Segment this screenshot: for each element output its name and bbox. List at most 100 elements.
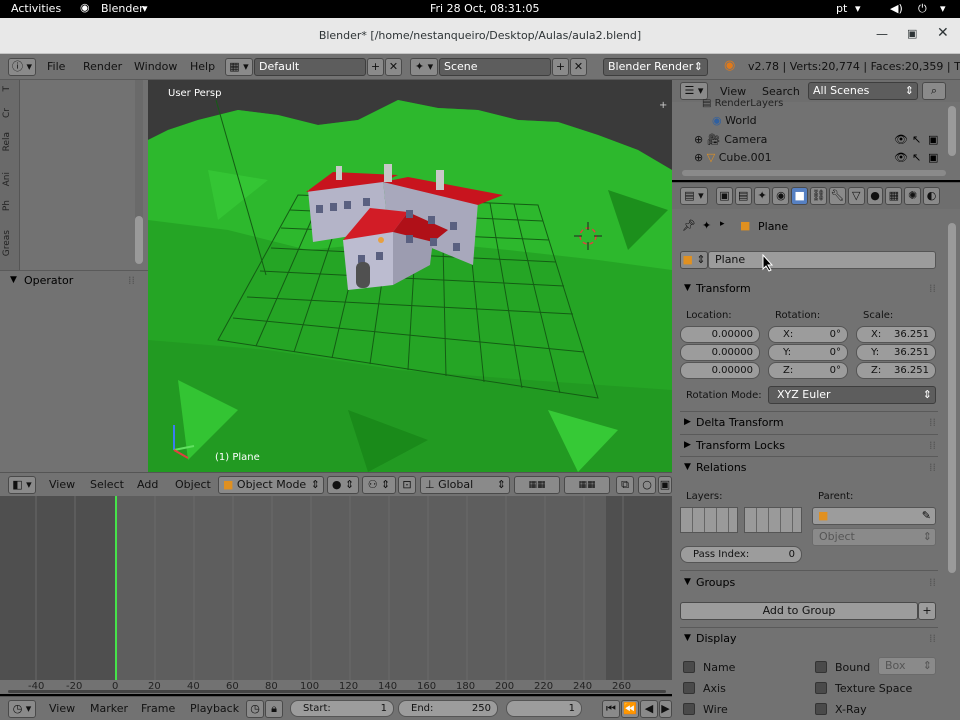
outliner-scrollbar[interactable] [948, 106, 956, 156]
eye-icon[interactable]: 👁︎ [894, 151, 908, 164]
3d-viewport[interactable]: User Persp (1) Plane + [148, 80, 672, 472]
menu-frame[interactable]: Frame [141, 702, 175, 715]
world-tab-icon[interactable]: ◉ [772, 187, 790, 205]
display-wire-checkbox[interactable] [683, 703, 695, 715]
rotation-mode-select[interactable]: XYZ Euler ⇕ [768, 386, 936, 404]
delta-transform-panel-header[interactable]: ▶ Delta Transform ⁞⁞ [680, 414, 938, 434]
render-engine-select[interactable]: Blender Render ⇕ [603, 58, 708, 76]
layer-buttons-a[interactable]: ▦▦ [514, 476, 560, 494]
play-reverse-button[interactable]: ◀ [640, 700, 658, 718]
new-group-button[interactable]: + [918, 602, 936, 620]
physics-tab-icon[interactable]: ◐ [923, 187, 940, 205]
menu-render[interactable]: Render [83, 60, 122, 73]
pass-index-field[interactable]: Pass Index: 0 [680, 546, 802, 563]
camera-render-icon[interactable]: ▣ [928, 133, 938, 146]
add-layout-button[interactable]: + [367, 58, 384, 76]
relations-panel-header[interactable]: ▼ Relations ⁞⁞ [680, 459, 938, 479]
cursor-icon[interactable]: ↖ [912, 151, 921, 164]
scene-button[interactable]: ✦ ▾ [410, 58, 438, 76]
object-browse-button[interactable]: ■ ⇕ [680, 251, 708, 269]
maximize-icon[interactable]: ▣ [907, 27, 917, 40]
transform-orientation-select[interactable]: ⊥ Global ⇕ [420, 476, 510, 494]
more-button[interactable]: ▣ [658, 476, 672, 494]
outliner-row-renderlayers[interactable]: ▤ RenderLayers [702, 98, 783, 108]
scale-z-field[interactable]: Z: 36.251 [856, 362, 936, 379]
menu-window[interactable]: Window [134, 60, 177, 73]
menu-view[interactable]: View [720, 85, 746, 98]
timeline-scrollbar[interactable] [8, 690, 666, 693]
object-name-field[interactable]: Plane [708, 251, 936, 269]
editor-type-button[interactable]: ▤ ▾ [680, 187, 708, 205]
object-tab-icon[interactable]: ■ [791, 187, 809, 205]
rotation-z-field[interactable]: Z: 0° [768, 362, 848, 379]
properties-scrollbar[interactable] [948, 223, 956, 573]
editor-type-button[interactable]: ◷ ▾ [8, 700, 36, 718]
minimize-icon[interactable]: — [876, 27, 888, 41]
app-menu[interactable]: Blender [101, 2, 144, 15]
tab-tools[interactable]: T [2, 86, 18, 92]
tab-physics[interactable]: Ph [2, 200, 18, 211]
add-scene-button[interactable]: + [552, 58, 569, 76]
eyedropper-icon[interactable]: ✎ [922, 509, 931, 522]
display-mode-select[interactable]: All Scenes ⇕ [808, 82, 918, 100]
constraints-tab-icon[interactable]: ⛓ [810, 187, 827, 205]
jump-start-button[interactable]: ⏮ [602, 700, 620, 718]
layers-grid-a[interactable] [680, 507, 738, 533]
layers-grid-b[interactable] [744, 507, 802, 533]
menu-view[interactable]: View [49, 478, 75, 491]
menu-file[interactable]: File [47, 60, 65, 73]
speaker-icon[interactable]: ◀) [890, 2, 903, 15]
render-tab-icon[interactable]: ▣ [716, 187, 733, 205]
manipulator-toggle[interactable]: ⊡ [398, 476, 416, 494]
remove-scene-button[interactable]: ✕ [570, 58, 587, 76]
plus-icon[interactable]: + [659, 100, 667, 111]
tab-animation[interactable]: Ani [2, 172, 18, 186]
menu-help[interactable]: Help [190, 60, 215, 73]
groups-panel-header[interactable]: ▼ Groups ⁞⁞ [680, 574, 938, 594]
material-tab-icon[interactable]: ● [866, 187, 884, 205]
menu-playback[interactable]: Playback [190, 702, 239, 715]
scene-tab-icon[interactable]: ✦ [753, 187, 771, 205]
modifiers-tab-icon[interactable]: 🔧︎ [828, 187, 846, 205]
tab-relations[interactable]: Rela [2, 132, 18, 151]
scene-name-field[interactable]: Scene [439, 58, 551, 76]
add-to-group-button[interactable]: Add to Group [680, 602, 918, 620]
rotation-x-field[interactable]: X: 0° [768, 326, 848, 343]
menu-add[interactable]: Add [137, 478, 158, 491]
display-axis-checkbox[interactable] [683, 682, 695, 694]
start-frame-field[interactable]: Start: 1 [290, 700, 394, 717]
menu-select[interactable]: Select [90, 478, 124, 491]
search-button[interactable]: ⌕ [922, 82, 946, 100]
power-icon[interactable]: ⏻ [918, 2, 927, 16]
preview-range-button[interactable]: ◷ [246, 700, 264, 718]
editor-type-button[interactable]: ⓘ ▾ [8, 58, 36, 76]
rotation-y-field[interactable]: Y: 0° [768, 344, 848, 361]
parent-field[interactable]: ■ ✎ [812, 507, 936, 525]
location-y-field[interactable]: 0.00000 [680, 344, 760, 361]
collapse-triangle-icon[interactable]: ▼ [10, 275, 17, 285]
display-panel-header[interactable]: ▼ Display ⁞⁞ [680, 630, 938, 650]
transform-locks-panel-header[interactable]: ▶ Transform Locks ⁞⁞ [680, 437, 938, 457]
location-z-field[interactable]: 0.00000 [680, 362, 760, 379]
display-xray-checkbox[interactable] [815, 703, 827, 715]
camera-render-icon[interactable]: ▣ [928, 151, 938, 164]
menu-search[interactable]: Search [762, 85, 800, 98]
grip-icon[interactable]: ⁞⁞ [128, 274, 135, 287]
editor-type-button[interactable]: ◧ ▾ [8, 476, 36, 494]
particles-tab-icon[interactable]: ✺ [904, 187, 922, 205]
transform-panel-header[interactable]: ▼ Transform ⁞⁞ [680, 280, 938, 300]
operator-panel-title[interactable]: Operator [24, 274, 73, 287]
clock[interactable]: Fri 28 Oct, 08:31:05 [430, 2, 540, 15]
menu-view[interactable]: View [49, 702, 75, 715]
menu-marker[interactable]: Marker [90, 702, 128, 715]
lock-layer-button[interactable]: ⧉ [616, 476, 634, 494]
bound-type-select[interactable]: Box ⇕ [878, 657, 936, 675]
outliner-row-camera[interactable]: ⊕ 🎥︎ Camera [694, 133, 767, 146]
lock-range-button[interactable]: 🔒︎ [265, 700, 283, 718]
scale-x-field[interactable]: X: 36.251 [856, 326, 936, 343]
end-frame-field[interactable]: End: 250 [398, 700, 498, 717]
cursor-icon[interactable]: ↖ [912, 133, 921, 146]
play-button[interactable]: ▶ [659, 700, 672, 718]
screen-layout-button[interactable]: ▦ ▾ [225, 58, 253, 76]
layout-name-field[interactable]: Default [254, 58, 366, 76]
